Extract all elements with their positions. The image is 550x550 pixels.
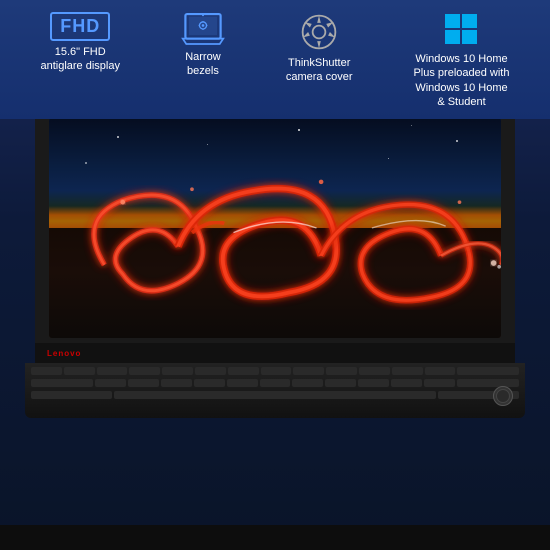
feature-thinkshutter: ThinkShuttercamera cover (286, 12, 353, 85)
product-page: FHD 15.6" FHDantiglare display (0, 0, 550, 550)
key (392, 367, 423, 375)
key (325, 379, 356, 387)
lenovo-logo: Lenovo (47, 349, 81, 358)
key (64, 367, 95, 375)
fhd-badge: FHD (50, 12, 110, 41)
key (31, 367, 62, 375)
key (162, 367, 193, 375)
key (97, 367, 128, 375)
key (457, 379, 519, 387)
key (293, 367, 324, 375)
key (129, 367, 160, 375)
laptop-screen (49, 118, 501, 338)
keyboard-base (25, 363, 525, 418)
keyboard-row-1 (25, 363, 525, 375)
key (292, 379, 323, 387)
bezels-label: Narrowbezels (185, 50, 220, 79)
power-button[interactable] (493, 386, 513, 406)
laptop-visual: Lenovo (0, 100, 550, 550)
key (128, 379, 159, 387)
feature-fhd: FHD 15.6" FHDantiglare display (40, 12, 120, 74)
key (261, 367, 292, 375)
lenovo-strip: Lenovo (35, 343, 515, 363)
bottom-strip (0, 525, 550, 550)
key (391, 379, 422, 387)
key (260, 379, 291, 387)
keyboard-row-3 (25, 387, 525, 399)
key (425, 367, 456, 375)
key (31, 379, 93, 387)
key-wide (457, 367, 519, 375)
key (194, 379, 225, 387)
key (358, 379, 389, 387)
thinkshutter-label: ThinkShuttercamera cover (286, 56, 353, 85)
fhd-icon: FHD (50, 12, 110, 41)
fhd-label: 15.6" FHDantiglare display (40, 45, 120, 74)
key (227, 379, 258, 387)
light-trails-svg (49, 118, 501, 338)
screen-content (49, 118, 501, 338)
key (161, 379, 192, 387)
key (359, 367, 390, 375)
key (424, 379, 455, 387)
windows-label: Windows 10 HomePlus preloaded withWindow… (413, 52, 509, 109)
feature-bezels: Narrowbezels (181, 12, 225, 79)
feature-windows: Windows 10 HomePlus preloaded withWindow… (413, 12, 509, 109)
key (228, 367, 259, 375)
camera-shutter-icon (299, 12, 339, 52)
key (95, 379, 126, 387)
key (31, 391, 112, 399)
key (326, 367, 357, 375)
features-bar: FHD 15.6" FHDantiglare display (0, 0, 550, 119)
windows-icon (443, 12, 479, 48)
screen-bezel (35, 100, 515, 343)
key (195, 367, 226, 375)
spacebar (114, 391, 437, 399)
laptop-body: Lenovo (15, 100, 535, 418)
keyboard-row-2 (25, 375, 525, 387)
laptop-bezel-icon (181, 12, 225, 46)
power-button-inner (496, 389, 510, 403)
